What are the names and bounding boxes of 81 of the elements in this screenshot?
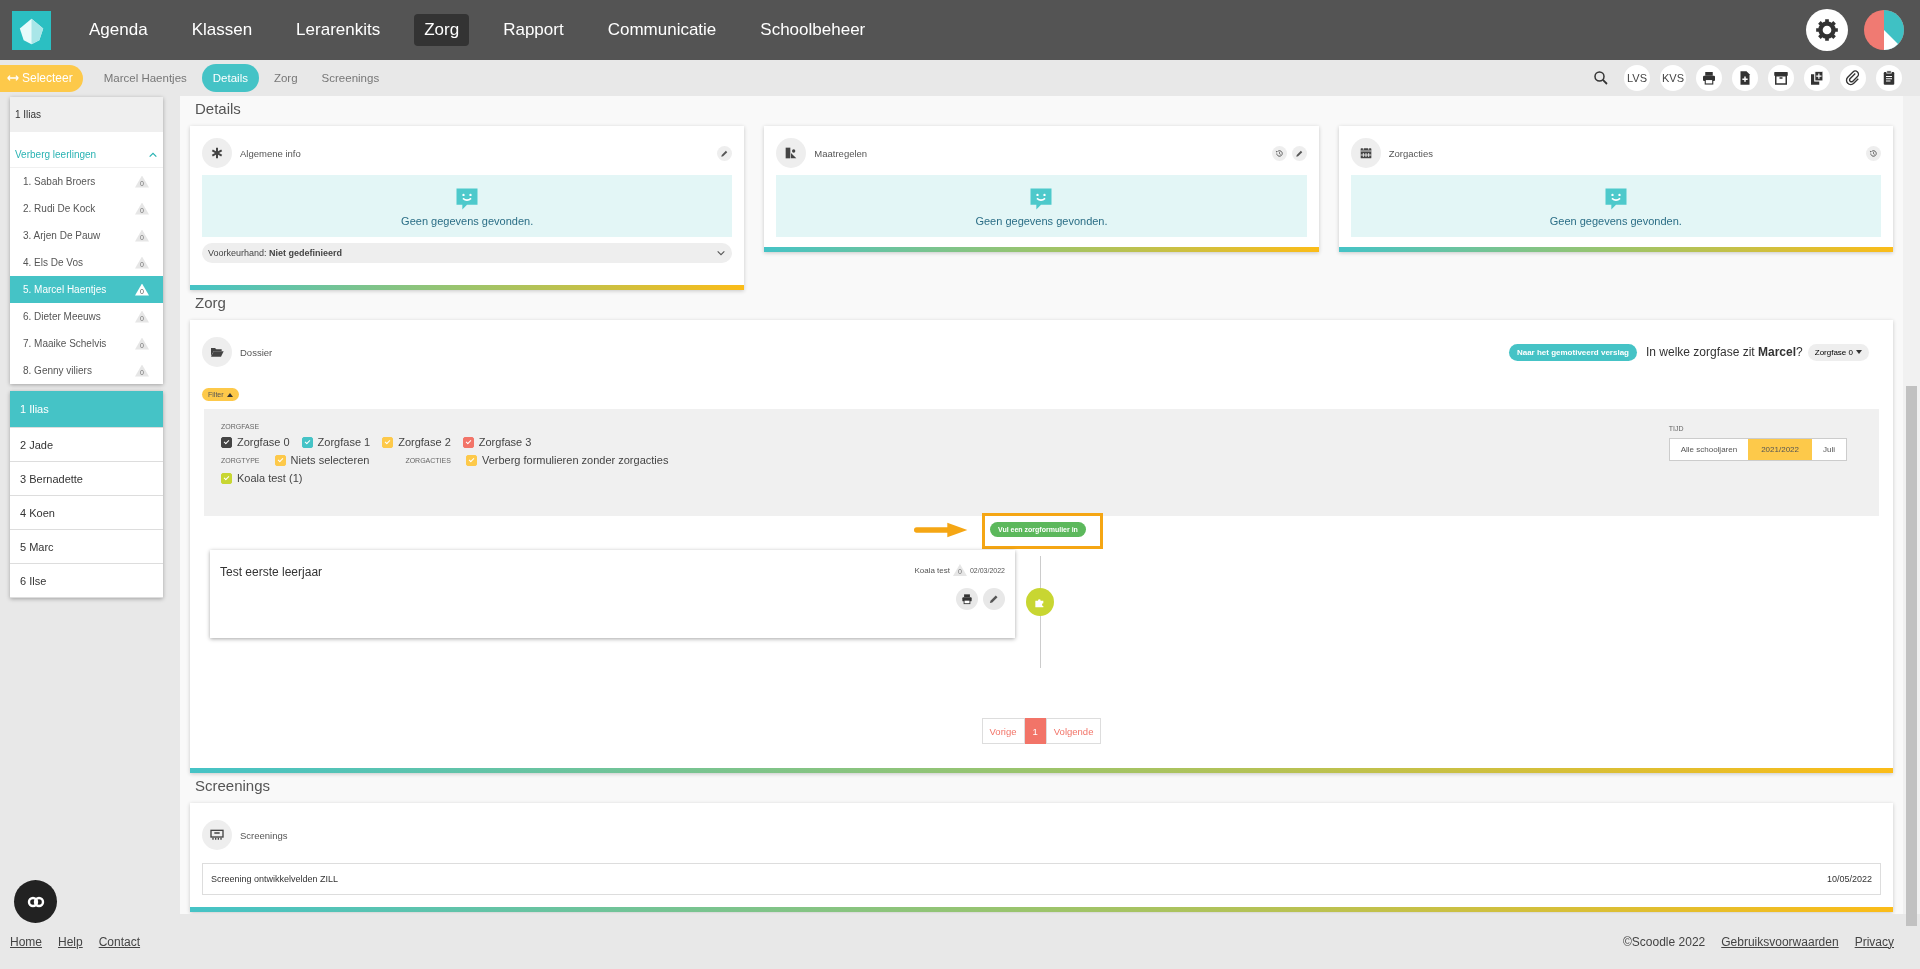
student-name[interactable]: 7. Maaike Schelvis xyxy=(23,338,107,349)
card-title: Algemene info xyxy=(240,147,301,159)
toolbar-button[interactable]: LVS xyxy=(1624,65,1650,91)
filter-checkbox[interactable]: Niets selecteren xyxy=(274,454,370,466)
student-name[interactable]: Marcel Haentjes xyxy=(94,65,196,91)
entry-type: Koala test xyxy=(914,565,950,575)
student-name[interactable]: 4. Els De Vos xyxy=(23,257,84,268)
section-heading: Zorg xyxy=(194,293,227,313)
card-title: Dossier xyxy=(240,346,273,358)
shapes-icon xyxy=(776,138,807,168)
preference-label: Voorkeurhand: Niet gedefinieerd xyxy=(208,248,343,258)
chat-button[interactable] xyxy=(14,880,57,923)
empty-message: Geen gegevens gevonden. xyxy=(1549,215,1682,227)
file-plus-icon[interactable] xyxy=(1732,65,1758,91)
toolbar-button[interactable]: KVS xyxy=(1660,65,1686,91)
footer-link[interactable]: Home xyxy=(10,934,42,949)
nav-menu-item[interactable]: Lerarenkits xyxy=(286,14,391,46)
card-title: Zorgacties xyxy=(1388,147,1433,159)
footer-link[interactable]: Contact xyxy=(98,934,141,949)
card-title: Maatregelen xyxy=(814,147,868,159)
class-item[interactable]: 2 Jade xyxy=(10,428,163,462)
filter-checkbox[interactable]: Zorgfase 3 xyxy=(462,436,532,448)
printer-icon[interactable] xyxy=(1696,65,1722,91)
screening-date: 10/05/2022 xyxy=(1826,874,1872,884)
empty-message: Geen gegevens gevonden. xyxy=(401,215,534,227)
class-item[interactable]: 5 Marc xyxy=(10,530,163,564)
chevron-down-icon[interactable] xyxy=(716,248,727,258)
filter-checkbox[interactable]: Verberg formulieren zonder zorgacties xyxy=(465,454,669,466)
paperclip-icon[interactable] xyxy=(1840,65,1866,91)
checkbox[interactable] xyxy=(221,436,232,448)
class-item[interactable]: 4 Koen xyxy=(10,496,163,530)
class-header: 1 Ilias xyxy=(10,97,163,132)
filter-checkbox[interactable]: Koala test (1) xyxy=(221,472,303,484)
class-item[interactable]: 6 Ilse xyxy=(10,564,163,598)
filter-checkbox[interactable]: Zorgfase 1 xyxy=(301,436,371,448)
tab[interactable]: Screenings xyxy=(312,65,389,91)
copy-icon[interactable] xyxy=(1804,65,1830,91)
empty-message: Geen gegevens gevonden. xyxy=(975,215,1108,227)
student-name[interactable]: 6. Dieter Meeuws xyxy=(23,311,101,322)
screening-name: Screening ontwikkelvelden ZILL xyxy=(211,874,339,884)
student-name[interactable]: 8. Genny viliers xyxy=(23,365,92,376)
screen-icon xyxy=(202,820,232,850)
folder-icon xyxy=(202,337,232,367)
nav-menu-item[interactable]: Schoolbeheer xyxy=(750,14,876,46)
asterisk-icon xyxy=(202,138,232,168)
nav-menu-item[interactable]: Zorg xyxy=(414,14,470,46)
nav-menu-item[interactable]: Agenda xyxy=(79,14,158,46)
phase-dropdown[interactable]: Zorgfase 0 xyxy=(1807,343,1869,361)
filter-checkbox[interactable]: Zorgfase 2 xyxy=(382,436,451,448)
calendar-icon xyxy=(1350,138,1381,168)
checkbox[interactable] xyxy=(301,436,313,448)
archive-box-icon[interactable] xyxy=(1768,65,1794,91)
screening-row[interactable]: Screening ontwikkelvelden ZILL 10/05/2022 xyxy=(202,863,1881,895)
student-name[interactable]: 2. Rudi De Kock xyxy=(23,203,96,214)
settings-button[interactable] xyxy=(1806,9,1848,51)
gear-icon[interactable] xyxy=(1814,17,1840,43)
entry-title: Test eerste leerjaar xyxy=(220,565,323,579)
footer-link[interactable]: Privacy xyxy=(1854,934,1894,949)
section-heading: Screenings xyxy=(194,776,272,796)
filter-checkbox[interactable]: Zorgfase 0 xyxy=(221,436,290,448)
phase-question: In welke zorgfase zit Marcel? xyxy=(1645,345,1803,359)
card-title: Screenings xyxy=(240,829,288,841)
copyright-text: ©Scoodle 2022 xyxy=(1623,934,1706,949)
user-avatar[interactable] xyxy=(1864,10,1904,50)
tab[interactable]: Zorg xyxy=(264,65,307,91)
section-heading: Details xyxy=(194,99,242,119)
clipboard-icon[interactable] xyxy=(1876,65,1902,91)
footer-link[interactable]: Help xyxy=(58,934,83,949)
footer-link[interactable]: Gebruiksvoorwaarden xyxy=(1721,934,1839,949)
nav-menu-item[interactable]: Klassen xyxy=(181,14,263,46)
scrollbar-thumb[interactable] xyxy=(1906,386,1917,926)
class-item[interactable]: 3 Bernadette xyxy=(10,462,163,496)
nav-menu-item[interactable]: Rapport xyxy=(493,14,574,46)
nav-menu-item[interactable]: Communicatie xyxy=(597,14,727,46)
puzzle-node-icon xyxy=(1026,588,1054,616)
checkbox[interactable] xyxy=(462,436,474,448)
time-option[interactable]: 2021/2022 xyxy=(1748,439,1812,460)
student-name[interactable]: 3. Arjen De Pauw xyxy=(23,230,101,241)
preference-dropdown[interactable]: Voorkeurhand: Niet gedefinieerd xyxy=(202,243,733,263)
app-logo[interactable] xyxy=(12,10,51,50)
student-name[interactable]: 1. Sabah Broers xyxy=(23,176,96,187)
